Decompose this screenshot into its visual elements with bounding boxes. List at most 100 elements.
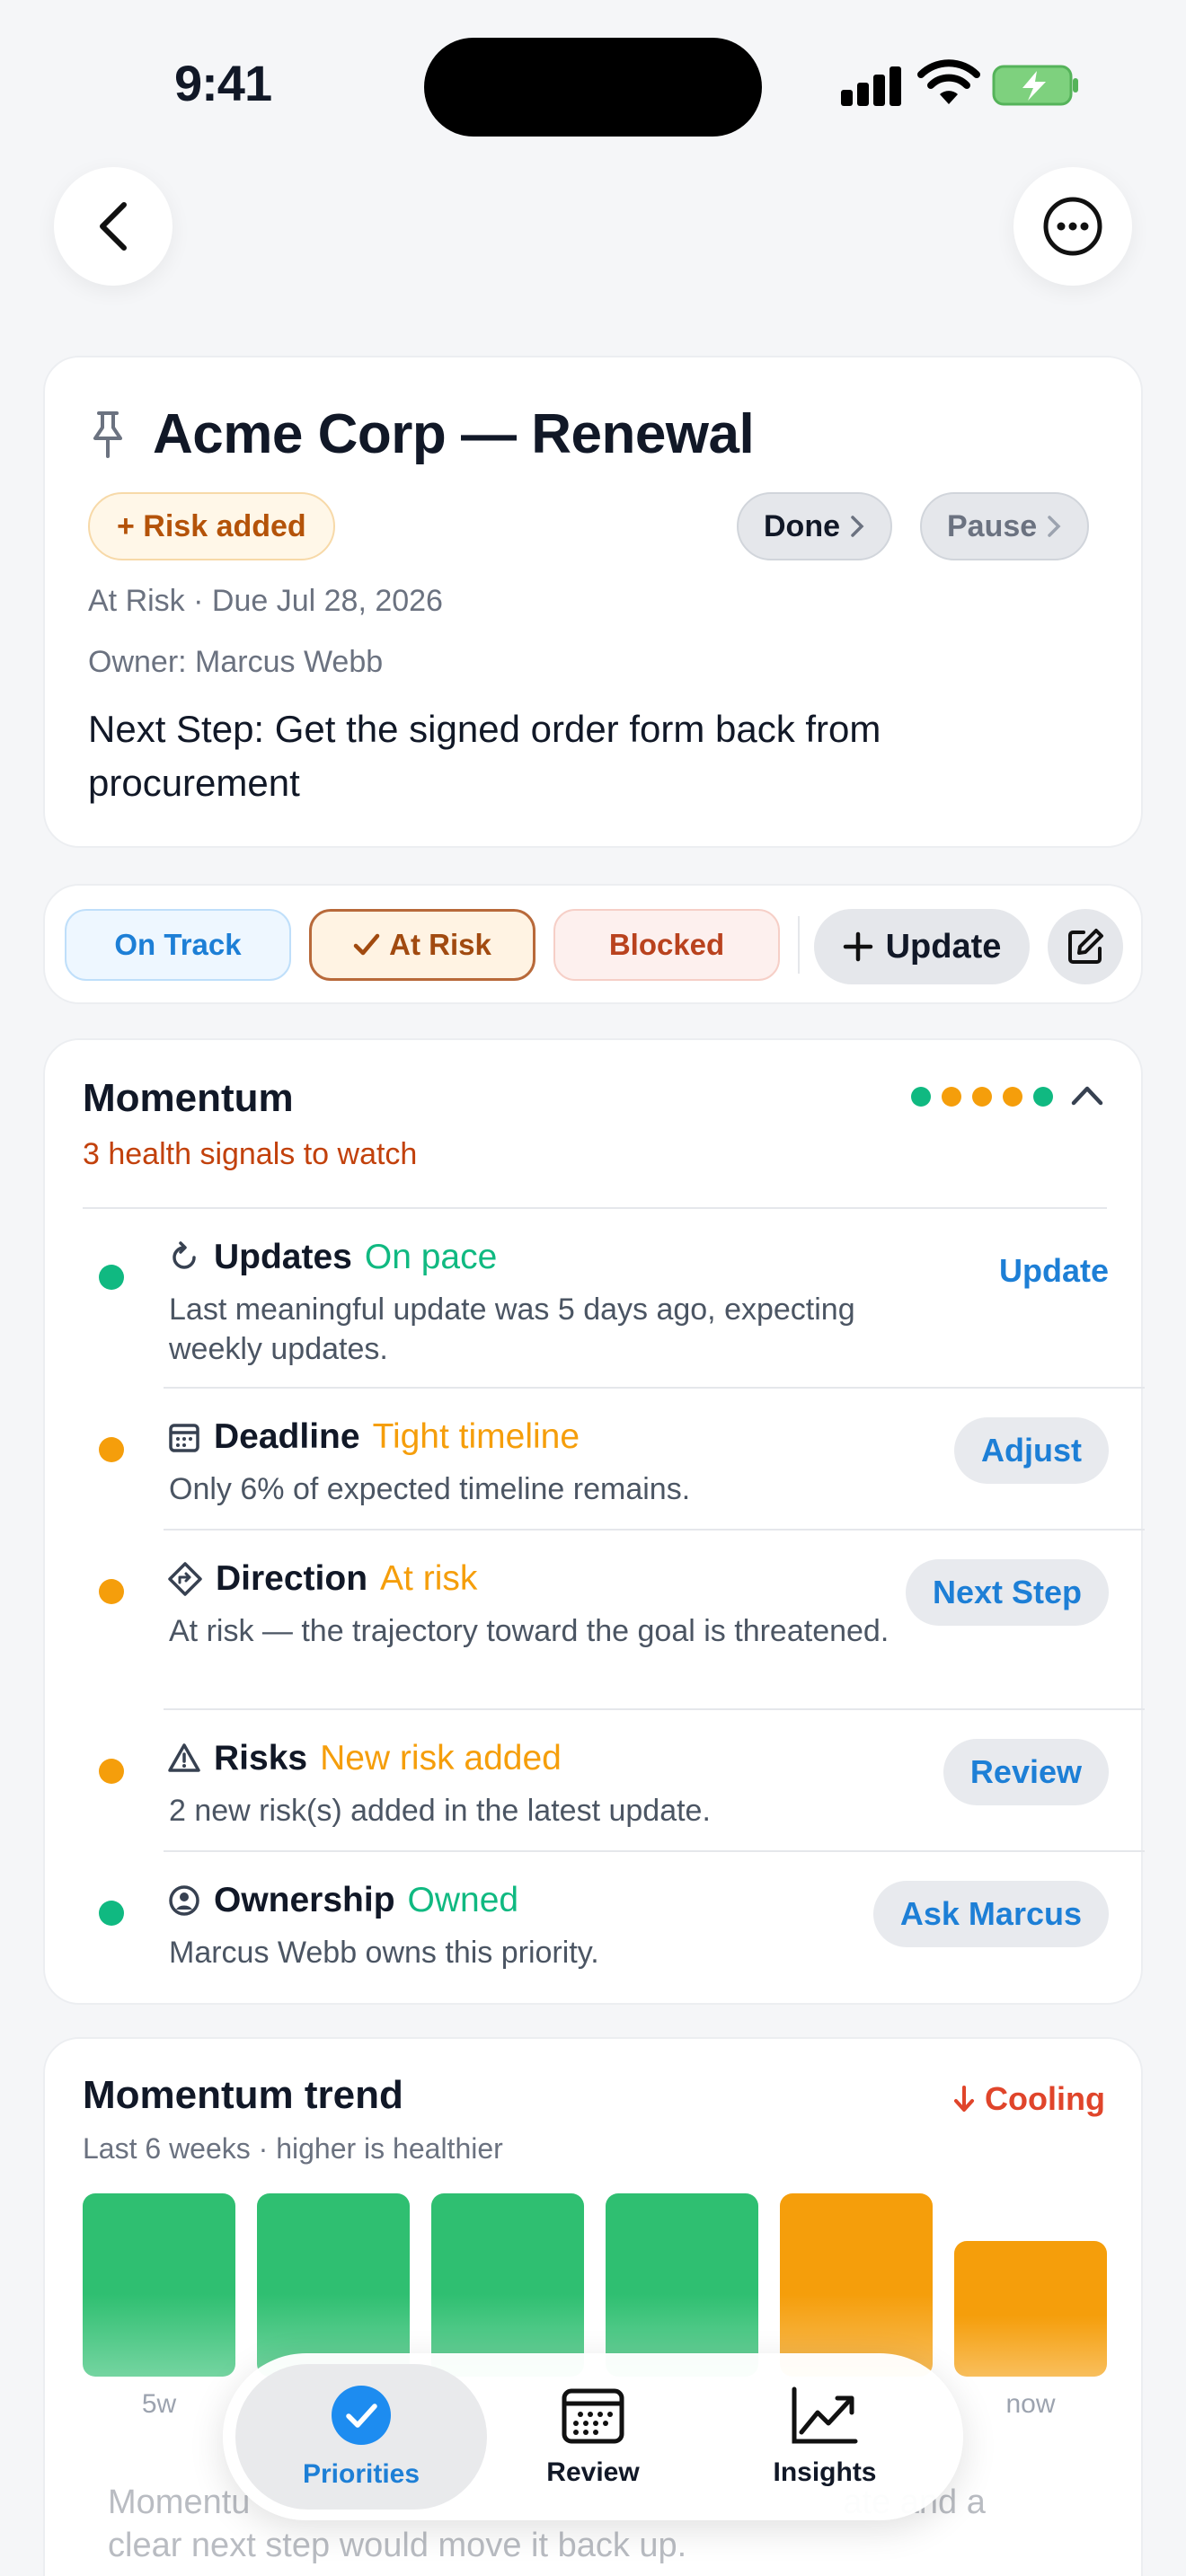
signal-status-dot xyxy=(99,1759,124,1784)
adjust-action-button[interactable]: Adjust xyxy=(954,1417,1109,1484)
pin-icon[interactable] xyxy=(88,410,128,460)
plus-icon xyxy=(843,931,872,962)
tab-label: Insights xyxy=(773,2457,877,2487)
divider xyxy=(164,1387,1145,1389)
momentum-dot xyxy=(942,1087,961,1107)
risk-added-badge: + Risk added xyxy=(88,492,335,560)
signal-state: On pace xyxy=(364,1238,498,1276)
owner-label: Owner: Marcus Webb xyxy=(88,645,384,679)
cooling-badge: Cooling xyxy=(952,2080,1105,2118)
trend-bar-label: 5w xyxy=(141,2389,177,2419)
next-step-action-button[interactable]: Next Step xyxy=(905,1559,1109,1626)
priority-header-card: Acme Corp — Renewal + Risk added Done Pa… xyxy=(43,356,1143,848)
signal-description: Last meaningful update was 5 days ago, e… xyxy=(169,1292,855,1366)
edit-button[interactable] xyxy=(1048,909,1123,984)
update-label: Update xyxy=(885,927,1002,966)
signal-description: 2 new risk(s) added in the latest update… xyxy=(169,1794,711,1828)
update-action-button[interactable]: Update xyxy=(999,1238,1109,1304)
priority-title: Acme Corp — Renewal xyxy=(153,403,755,465)
warning-icon xyxy=(168,1743,200,1772)
done-label: Done xyxy=(764,508,840,543)
trend-bar xyxy=(780,2193,933,2377)
momentum-card: Momentum 3 health signals to watch Updat… xyxy=(43,1038,1145,2005)
momentum-dot xyxy=(1003,1087,1022,1107)
chart-trend-icon xyxy=(792,2386,858,2444)
divider xyxy=(798,916,800,974)
tab-priorities[interactable]: Priorities xyxy=(235,2364,487,2510)
trend-bar xyxy=(257,2193,410,2377)
signal-heading: Updates On pace xyxy=(167,1238,497,1277)
dynamic-island xyxy=(424,38,762,137)
status-blocked-option[interactable]: Blocked xyxy=(553,909,780,981)
signal-heading: Deadline Tight timeline xyxy=(167,1417,580,1457)
tab-label: Review xyxy=(546,2457,640,2487)
signal-status-dot xyxy=(99,1265,124,1290)
edit-icon xyxy=(1068,929,1103,964)
status-selector: On Track At Risk Blocked Update xyxy=(43,884,1143,1004)
status-on-track-option[interactable]: On Track xyxy=(65,909,291,981)
trend-bars xyxy=(83,2193,1107,2377)
trend-bar-label: now xyxy=(1005,2389,1056,2419)
signal-heading: Ownership Owned xyxy=(167,1881,518,1920)
add-update-button[interactable]: Update xyxy=(814,909,1030,984)
signal-state: Owned xyxy=(407,1881,519,1919)
signal-name: Ownership xyxy=(214,1881,395,1919)
next-step-text: Next Step: Get the signed order form bac… xyxy=(88,708,881,804)
signal-state: New risk added xyxy=(320,1739,562,1778)
signal-status-dot xyxy=(99,1901,124,1926)
momentum-dot xyxy=(911,1087,931,1107)
calendar-icon xyxy=(562,2388,624,2444)
trend-bar xyxy=(954,2241,1107,2377)
momentum-dot xyxy=(972,1087,992,1107)
more-options-button[interactable] xyxy=(1013,167,1132,286)
trend-title: Momentum trend xyxy=(83,2073,403,2117)
momentum-title: Momentum xyxy=(83,1076,294,1120)
trend-bar xyxy=(606,2193,758,2377)
signal-name: Direction xyxy=(216,1559,368,1598)
cellular-signal-icon xyxy=(841,65,902,106)
tab-insights[interactable]: Insights xyxy=(699,2364,951,2510)
momentum-dots xyxy=(911,1087,1053,1107)
tab-review[interactable]: Review xyxy=(467,2364,719,2510)
signal-status-dot xyxy=(99,1579,124,1604)
signal-name: Updates xyxy=(214,1238,352,1276)
trend-subtitle: Last 6 weeks · higher is healthier xyxy=(83,2132,503,2165)
signal-description: Marcus Webb owns this priority. xyxy=(169,1936,599,1970)
divider xyxy=(164,1850,1145,1852)
signal-state: Tight timeline xyxy=(372,1417,580,1456)
direction-icon xyxy=(168,1562,202,1596)
review-action-button[interactable]: Review xyxy=(943,1739,1109,1805)
trend-note-start: Momentu xyxy=(108,2483,251,2521)
done-button[interactable]: Done xyxy=(737,492,892,560)
back-button[interactable] xyxy=(54,167,173,286)
blocked-label: Blocked xyxy=(608,928,725,961)
trend-bar xyxy=(83,2193,235,2377)
tab-label: Priorities xyxy=(302,2459,420,2489)
divider xyxy=(164,1529,1145,1531)
calendar-icon xyxy=(169,1424,199,1452)
ellipsis-circle-icon xyxy=(1043,197,1102,256)
checkmark-icon xyxy=(353,933,380,956)
arrow-down-icon xyxy=(954,2086,975,2112)
chevron-left-icon xyxy=(100,202,127,251)
signal-heading: Direction At risk xyxy=(167,1559,477,1599)
status-due-date: At Risk · Due Jul 28, 2026 xyxy=(88,584,443,618)
signal-heading: Risks New risk added xyxy=(167,1739,562,1778)
divider xyxy=(83,1207,1107,1209)
signal-status-dot xyxy=(99,1437,124,1462)
signal-name: Deadline xyxy=(214,1417,360,1456)
checkmark-circle-icon xyxy=(332,2386,391,2445)
trend-bar xyxy=(431,2193,584,2377)
chevron-right-icon xyxy=(851,516,864,537)
chevron-up-icon[interactable] xyxy=(1069,1081,1105,1108)
wifi-icon xyxy=(917,59,980,104)
pause-button[interactable]: Pause xyxy=(920,492,1090,560)
on-track-label: On Track xyxy=(114,928,242,961)
at-risk-label: At Risk xyxy=(389,928,491,961)
trend-note-line2: clear next step would move it back up. xyxy=(108,2527,687,2564)
cooling-label: Cooling xyxy=(985,2080,1105,2117)
clock: 9:41 xyxy=(174,55,272,111)
ask-owner-button[interactable]: Ask Marcus xyxy=(872,1881,1109,1947)
status-at-risk-option[interactable]: At Risk xyxy=(309,909,535,981)
refresh-icon xyxy=(173,1241,196,1269)
